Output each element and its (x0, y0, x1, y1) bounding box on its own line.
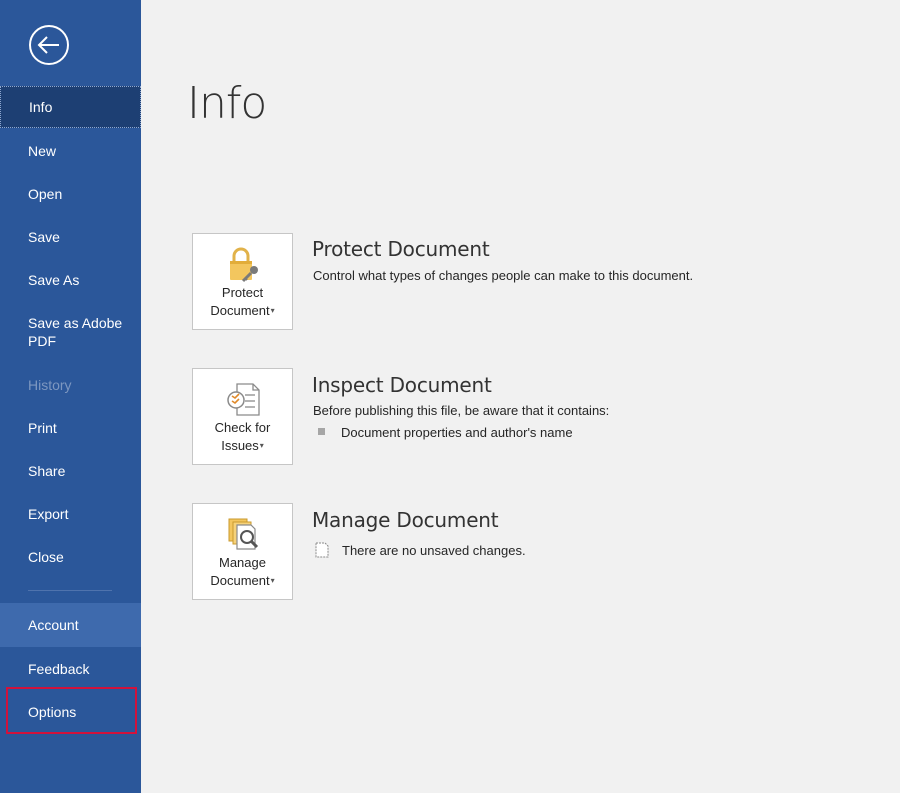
protect-document-title: Protect Document (312, 237, 490, 261)
protect-document-tile-label: Protect Document▾ (193, 284, 292, 320)
page-title: Info (187, 78, 267, 129)
nav-new[interactable]: New (0, 142, 141, 160)
inspect-bullet-item: Document properties and author's name (341, 425, 573, 440)
nav-share[interactable]: Share (0, 462, 141, 480)
check-for-issues-button[interactable]: Check for Issues▾ (192, 368, 293, 465)
nav-save-as[interactable]: Save As (0, 271, 141, 289)
nav-history-label: History (28, 377, 72, 393)
manage-tile-line1: Manage (219, 555, 266, 570)
protect-document-description: Control what types of changes people can… (313, 268, 694, 283)
backstage-sidebar: Info New Open Save Save As Save as Adobe… (0, 0, 141, 793)
nav-print-label: Print (28, 420, 57, 436)
protect-document-button[interactable]: Protect Document▾ (192, 233, 293, 330)
protect-tile-line2: Document (210, 303, 270, 318)
nav-feedback-label: Feedback (28, 661, 90, 677)
back-button[interactable] (28, 24, 70, 66)
nav-account[interactable]: Account (0, 603, 141, 647)
nav-feedback[interactable]: Feedback (0, 660, 141, 678)
inspect-tile-line2: Issues (221, 438, 259, 453)
protect-dropdown-caret: ▾ (270, 306, 275, 315)
nav-save-label: Save (28, 229, 60, 245)
manage-dropdown-caret: ▾ (270, 576, 275, 585)
nav-export-label: Export (28, 506, 69, 522)
nav-account-label: Account (28, 617, 79, 633)
manage-document-tile-label: Manage Document▾ (193, 554, 292, 590)
nav-save[interactable]: Save (0, 228, 141, 246)
manage-tile-line2: Document (210, 573, 270, 588)
manage-document-icon (228, 518, 259, 550)
manage-document-title: Manage Document (312, 508, 499, 532)
inspect-tile-line1: Check for (214, 420, 271, 435)
document-page-icon (315, 542, 329, 558)
manage-document-button[interactable]: Manage Document▾ (192, 503, 293, 600)
nav-close-label: Close (28, 549, 64, 565)
nav-open-label: Open (28, 186, 63, 202)
no-unsaved-changes-text: There are no unsaved changes. (342, 543, 526, 558)
nav-close[interactable]: Close (0, 548, 141, 566)
nav-open[interactable]: Open (0, 185, 141, 203)
nav-save-as-adobe-pdf[interactable]: Save as Adobe PDF (0, 314, 141, 350)
nav-history: History (0, 376, 141, 394)
inspect-checklist-icon (227, 383, 260, 416)
check-for-issues-tile-label: Check for Issues▾ (193, 419, 292, 455)
nav-print[interactable]: Print (0, 419, 141, 437)
options-highlight-box (6, 687, 137, 734)
inspect-document-description: Before publishing this file, be aware th… (313, 403, 610, 418)
back-arrow-icon (29, 25, 69, 65)
bullet-square-icon (318, 428, 325, 435)
nav-info-label: Info (29, 99, 53, 115)
nav-export[interactable]: Export (0, 505, 141, 523)
protect-tile-line1: Protect (221, 285, 264, 300)
nav-share-label: Share (28, 463, 66, 479)
inspect-dropdown-caret: ▾ (259, 441, 264, 450)
nav-new-label: New (28, 143, 57, 159)
lock-key-icon (230, 247, 258, 283)
nav-save-as-adobe-pdf-label: Save as Adobe PDF (28, 315, 123, 349)
nav-info[interactable]: Info (0, 86, 141, 128)
inspect-document-title: Inspect Document (312, 373, 492, 397)
sidebar-divider (28, 590, 112, 591)
nav-save-as-label: Save As (28, 272, 80, 288)
